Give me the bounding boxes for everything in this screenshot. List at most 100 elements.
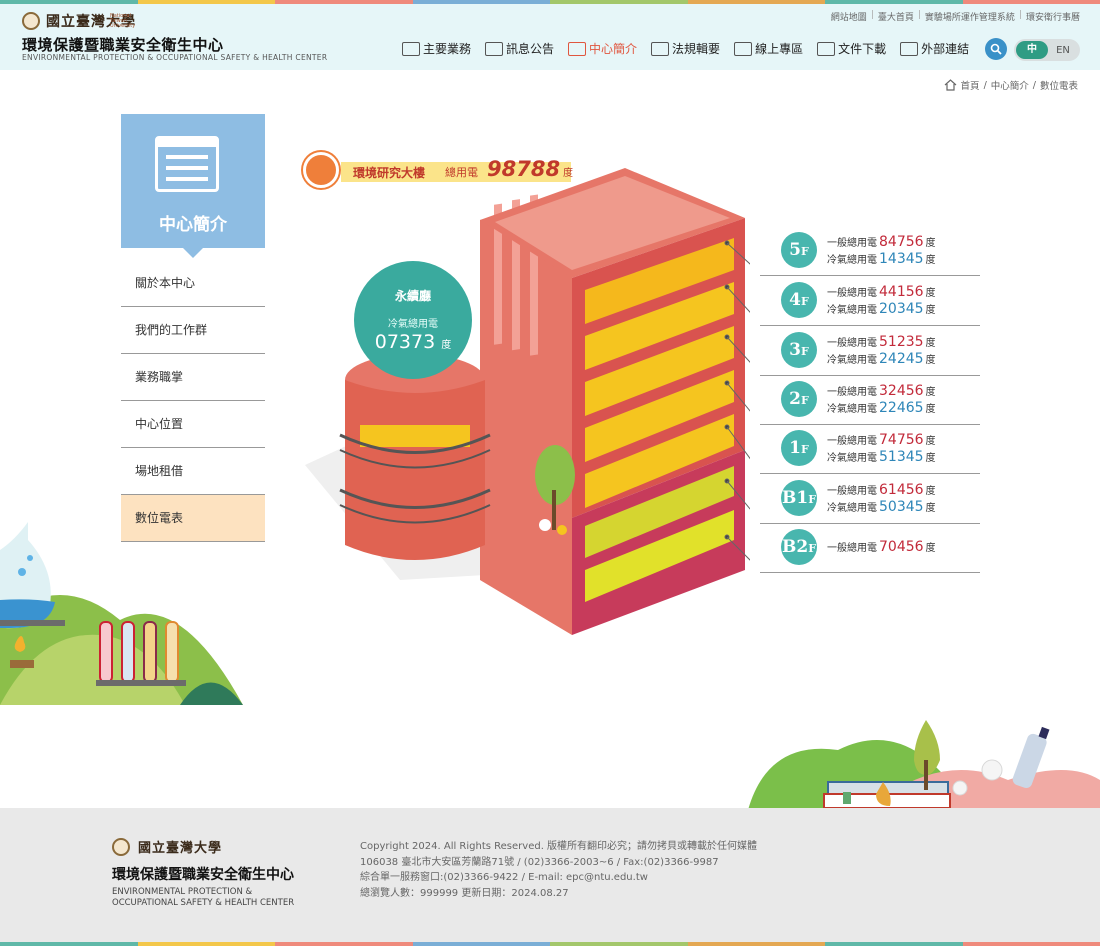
general-value: 61456: [879, 482, 924, 498]
pavilion-value: 07373: [374, 331, 436, 353]
pavilion-name: 永續廳: [394, 289, 431, 303]
nav-label: 主要業務: [423, 42, 472, 56]
lab-flask-illustration: [0, 522, 243, 705]
footer-info: Copyright 2024. All Rights Reserved. 版權所…: [360, 839, 757, 901]
nav-item-downloads[interactable]: 文件下載: [817, 40, 886, 57]
lang-en-button[interactable]: EN: [1048, 45, 1078, 56]
news-icon: [485, 41, 504, 56]
floor-badge: B2F: [781, 529, 817, 565]
footer-stats: 總瀏覽人數：999999 更新日期：2024.08.27: [360, 887, 569, 899]
floor-badge: 5F: [781, 232, 817, 268]
ntu-seal-icon: [112, 838, 130, 856]
nav-item-regulations[interactable]: 法規輯要: [651, 40, 720, 57]
footer-logo-text: 國立臺灣大學: [138, 841, 223, 856]
site-header: 國立臺灣大學 National Taiwan University 環境保護暨職…: [0, 4, 1100, 70]
top-link-ntu-home[interactable]: 臺大首頁: [878, 10, 914, 23]
general-value: 74756: [879, 432, 924, 448]
info-board-icon: [155, 136, 219, 192]
nav-label: 訊息公告: [506, 42, 555, 56]
books-plants-illustration: [748, 720, 1100, 810]
nav-item-main-business[interactable]: 主要業務: [402, 40, 471, 57]
nav-label: 文件下載: [838, 42, 887, 56]
nav-label: 外部連結: [921, 42, 970, 56]
search-button[interactable]: [985, 38, 1007, 60]
footer-copyright: Copyright 2024. All Rights Reserved. 版權所…: [360, 841, 758, 852]
top-links: 網站地圖 | 臺大首頁 | 實驗場所運作管理系統 | 環安衛行事曆: [830, 10, 1080, 23]
building-infographic: [305, 168, 750, 635]
nav-item-external-links[interactable]: 外部連結: [900, 40, 969, 57]
floor-badge: 2F: [781, 381, 817, 417]
floor-1f-meter: 1F 一般總用電 74756 度 冷氣總用電 51345 度: [760, 424, 980, 474]
ac-value: 50345: [879, 499, 924, 515]
sidebar-header: 中心簡介: [121, 114, 265, 258]
top-link-lab-system[interactable]: 實驗場所運作管理系統: [925, 10, 1015, 23]
sidebar-menu: 關於本中心 我們的工作群 業務職掌 中心位置 場地租借 數位電表: [121, 260, 265, 542]
building-name: 環境研究大樓: [353, 166, 426, 180]
general-value: 51235: [879, 334, 924, 350]
building-total-banner: 環境研究大樓 總用電 98788 度: [303, 152, 573, 188]
breadcrumb-about[interactable]: 中心簡介: [991, 78, 1029, 92]
total-value: 98788: [487, 157, 561, 181]
footer-english-name: ENVIRONMENTAL PROTECTION & OCCUPATIONAL …: [112, 887, 295, 908]
pavilion-unit: 度: [441, 340, 452, 351]
nav-label: 中心簡介: [589, 42, 638, 56]
sidebar-item-venue-rental[interactable]: 場地租借: [121, 448, 265, 495]
breadcrumb: 首頁 / 中心簡介 / 數位電表: [944, 78, 1078, 92]
nav-item-announcements[interactable]: 訊息公告: [485, 40, 554, 57]
floor-4f-meter: 4F 一般總用電 44156 度 冷氣總用電 20345 度: [760, 276, 980, 326]
home-icon[interactable]: [944, 79, 957, 91]
link-icon: [900, 41, 919, 56]
lang-zh-button[interactable]: 中: [1016, 41, 1048, 59]
bottom-color-stripe: [0, 942, 1100, 946]
general-value: 84756: [879, 234, 924, 250]
floor-badge: 1F: [781, 430, 817, 466]
footer-contact: 綜合單一服務窗口:(02)3366-9422 / E-mail: epc@ntu…: [360, 872, 648, 883]
ac-value: 51345: [879, 449, 924, 465]
ntu-logo-subtext: National Taiwan University: [110, 13, 136, 29]
briefcase-icon: [402, 41, 420, 56]
nav-item-online[interactable]: 線上專區: [734, 40, 803, 57]
total-label: 總用電: [445, 166, 478, 179]
id-card-icon: [568, 41, 587, 56]
ac-value: 24245: [879, 351, 924, 367]
general-value: 70456: [879, 539, 924, 555]
power-gauge-icon: [303, 152, 339, 188]
site-title[interactable]: 環境保護暨職業安全衛生中心: [22, 34, 224, 55]
law-board-icon: [651, 41, 670, 56]
nav-item-about[interactable]: 中心簡介: [568, 40, 637, 57]
sidebar-item-team[interactable]: 我們的工作群: [121, 307, 265, 354]
breadcrumb-home[interactable]: 首頁: [961, 78, 980, 92]
floor-b1f-meter: B1F 一般總用電 61456 度 冷氣總用電 50345 度: [760, 474, 980, 524]
ntu-seal-icon[interactable]: [22, 12, 40, 30]
sidebar-title: 中心簡介: [159, 215, 227, 235]
main-nav: 主要業務 訊息公告 中心簡介 法規輯要 線上專區 文件下載 外部連結: [402, 40, 969, 57]
sidebar-item-about[interactable]: 關於本中心: [121, 260, 265, 307]
pavilion-label: 冷氣總用電: [388, 319, 438, 330]
sidebar-item-duties[interactable]: 業務職掌: [121, 354, 265, 401]
floor-3f-meter: 3F 一般總用電 51235 度 冷氣總用電 24245 度: [760, 326, 980, 376]
total-unit: 度: [563, 168, 573, 179]
floor-b2f-meter: B2F 一般總用電 70456 度: [760, 523, 980, 573]
ac-value: 20345: [879, 301, 924, 317]
floor-2f-meter: 2F 一般總用電 32456 度 冷氣總用電 22465 度: [760, 375, 980, 425]
site-footer: 國立臺灣大學 環境保護暨職業安全衛生中心 ENVIRONMENTAL PROTE…: [0, 808, 1100, 942]
floor-badge: 4F: [781, 282, 817, 318]
general-value: 44156: [879, 284, 924, 300]
pavilion-meter: 永續廳 冷氣總用電 07373 度: [354, 261, 472, 379]
floor-5f-meter: 5F 一般總用電 84756 度 冷氣總用電 14345 度: [760, 226, 980, 276]
nav-label: 線上專區: [755, 42, 804, 56]
footer-address: 106038 臺北市大安區芳蘭路71號 / (02)3366-2003~6 / …: [360, 856, 719, 868]
language-toggle[interactable]: 中 EN: [1014, 39, 1080, 61]
ac-value: 14345: [879, 251, 924, 267]
sidebar-item-location[interactable]: 中心位置: [121, 401, 265, 448]
site-subtitle: ENVIRONMENTAL PROTECTION & OCCUPATIONAL …: [22, 53, 328, 62]
ac-value: 22465: [879, 400, 924, 416]
floor-badge: B1F: [781, 480, 817, 516]
top-link-calendar[interactable]: 環安衛行事曆: [1026, 10, 1080, 23]
search-icon: [990, 43, 1002, 55]
top-link-sitemap[interactable]: 網站地圖: [831, 10, 867, 23]
footer-title: 環境保護暨職業安全衛生中心: [112, 867, 294, 883]
floor-badge: 3F: [781, 332, 817, 368]
general-value: 32456: [879, 383, 924, 399]
monitor-icon: [734, 41, 753, 56]
